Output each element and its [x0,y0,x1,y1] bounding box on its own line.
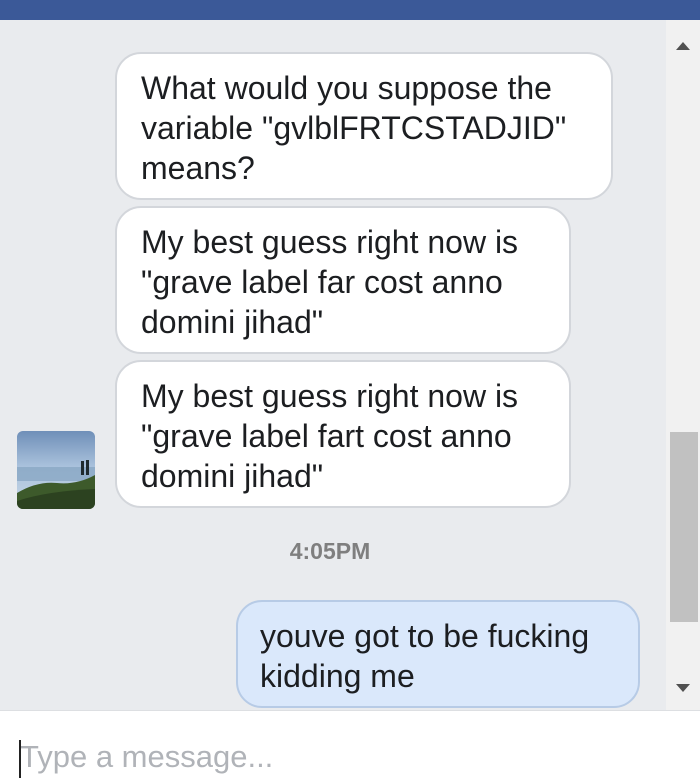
message-bubble-incoming: My best guess right now is "grave label … [115,360,571,508]
sender-avatar[interactable] [17,431,95,509]
header-bar [0,0,700,20]
avatar-photo [17,431,95,509]
message-timestamp: 4:05PM [289,538,371,564]
message-bubble-outgoing: youve got to be fucking kidding me [236,600,640,708]
message-thread: What would you suppose the variable "gvl… [0,20,666,710]
text-caret [19,740,21,778]
chat-window: What would you suppose the variable "gvl… [0,0,700,782]
message-input[interactable] [20,735,680,779]
scrollbar[interactable] [666,20,700,710]
scroll-thumb[interactable] [670,432,698,622]
message-composer [0,710,700,782]
triangle-down-icon[interactable] [666,676,700,700]
message-bubble-incoming: What would you suppose the variable "gvl… [115,52,613,200]
message-bubble-incoming: My best guess right now is "grave label … [115,206,571,354]
triangle-up-icon[interactable] [666,34,700,58]
